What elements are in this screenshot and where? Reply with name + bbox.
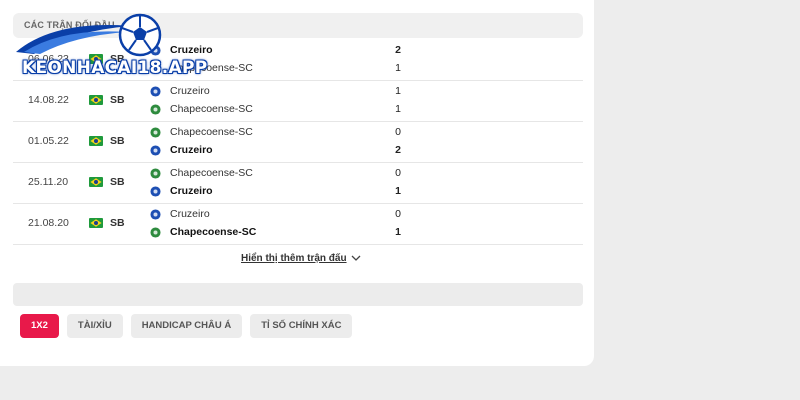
match-date: 01.05.22 — [28, 135, 69, 147]
away-team: Cruzeiro — [150, 183, 213, 199]
chapecoense-crest-icon — [150, 126, 161, 138]
chapecoense-crest-icon — [150, 226, 161, 238]
logo-swoosh-icon — [16, 25, 132, 54]
home-team: Chapecoense-SC — [150, 124, 253, 140]
cruzeiro-crest-icon — [150, 185, 161, 197]
chapecoense-crest-icon — [150, 167, 161, 179]
chapecoense-crest-icon — [150, 103, 161, 115]
away-team-name: Chapecoense-SC — [170, 103, 253, 115]
away-score: 1 — [395, 103, 401, 115]
home-team-name: Chapecoense-SC — [170, 126, 253, 138]
away-score: 1 — [395, 62, 401, 74]
home-score: 2 — [395, 44, 401, 56]
home-team: Chapecoense-SC — [150, 165, 253, 181]
tab-over-under[interactable]: TÀI/XỈU — [66, 314, 123, 338]
away-team: Chapecoense-SC — [150, 101, 253, 117]
chevron-down-icon — [351, 255, 361, 261]
league-code: SB — [110, 217, 125, 229]
tab-correct-score[interactable]: TỈ SỐ CHÍNH XÁC — [250, 314, 353, 338]
league-code: SB — [110, 135, 125, 147]
home-team-name: Cruzeiro — [170, 85, 210, 97]
keonhacai-logo: KEONHACAI18.APP — [0, 12, 207, 84]
away-score: 2 — [395, 144, 401, 156]
match-row[interactable]: 01.05.22 SB Chapecoense-SC Cruzeiro 0 2 — [13, 121, 583, 163]
brazil-flag-icon — [89, 136, 103, 146]
league-code: SB — [110, 94, 125, 106]
odds-tabs: 1X2 TÀI/XỈU HANDICAP CHÂU Á TỈ SỐ CHÍNH … — [20, 314, 360, 338]
home-team: Cruzeiro — [150, 83, 210, 99]
home-team-name: Chapecoense-SC — [170, 167, 253, 179]
home-score: 1 — [395, 85, 401, 97]
home-score: 0 — [395, 167, 401, 179]
home-score: 0 — [395, 126, 401, 138]
brazil-flag-icon — [89, 218, 103, 228]
away-score: 1 — [395, 226, 401, 238]
away-team-name: Cruzeiro — [170, 185, 213, 197]
home-team: Cruzeiro — [150, 206, 210, 222]
match-date: 21.08.20 — [28, 217, 69, 229]
league-code: SB — [110, 176, 125, 188]
away-team-name: Cruzeiro — [170, 144, 213, 156]
show-more-link[interactable]: Hiển thị thêm trận đấu — [241, 253, 361, 264]
away-team: Cruzeiro — [150, 142, 213, 158]
home-score: 0 — [395, 208, 401, 220]
tab-1x2[interactable]: 1X2 — [20, 314, 59, 338]
home-team-name: Cruzeiro — [170, 208, 210, 220]
home-team-name: Cruzeiro — [170, 44, 213, 56]
away-team-name: Chapecoense-SC — [170, 226, 257, 238]
match-date: 14.08.22 — [28, 94, 69, 106]
away-score: 1 — [395, 185, 401, 197]
show-more-label: Hiển thị thêm trận đấu — [241, 253, 347, 264]
brazil-flag-icon — [89, 177, 103, 187]
match-row[interactable]: 14.08.22 SB Cruzeiro Chapecoense-SC 1 1 — [13, 80, 583, 122]
match-row[interactable]: 25.11.20 SB Chapecoense-SC Cruzeiro 0 1 — [13, 162, 583, 204]
brazil-flag-icon — [89, 95, 103, 105]
soccer-ball-icon — [118, 13, 162, 57]
cruzeiro-crest-icon — [150, 144, 161, 156]
odds-section-header — [13, 283, 583, 306]
tab-asian-handicap[interactable]: HANDICAP CHÂU Á — [130, 314, 243, 338]
logo-text: KEONHACAI18.APP — [22, 58, 208, 78]
match-row[interactable]: 21.08.20 SB Cruzeiro Chapecoense-SC 0 1 — [13, 203, 583, 245]
away-team: Chapecoense-SC — [150, 224, 256, 240]
cruzeiro-crest-icon — [150, 208, 161, 220]
cruzeiro-crest-icon — [150, 85, 161, 97]
match-date: 25.11.20 — [28, 176, 69, 188]
